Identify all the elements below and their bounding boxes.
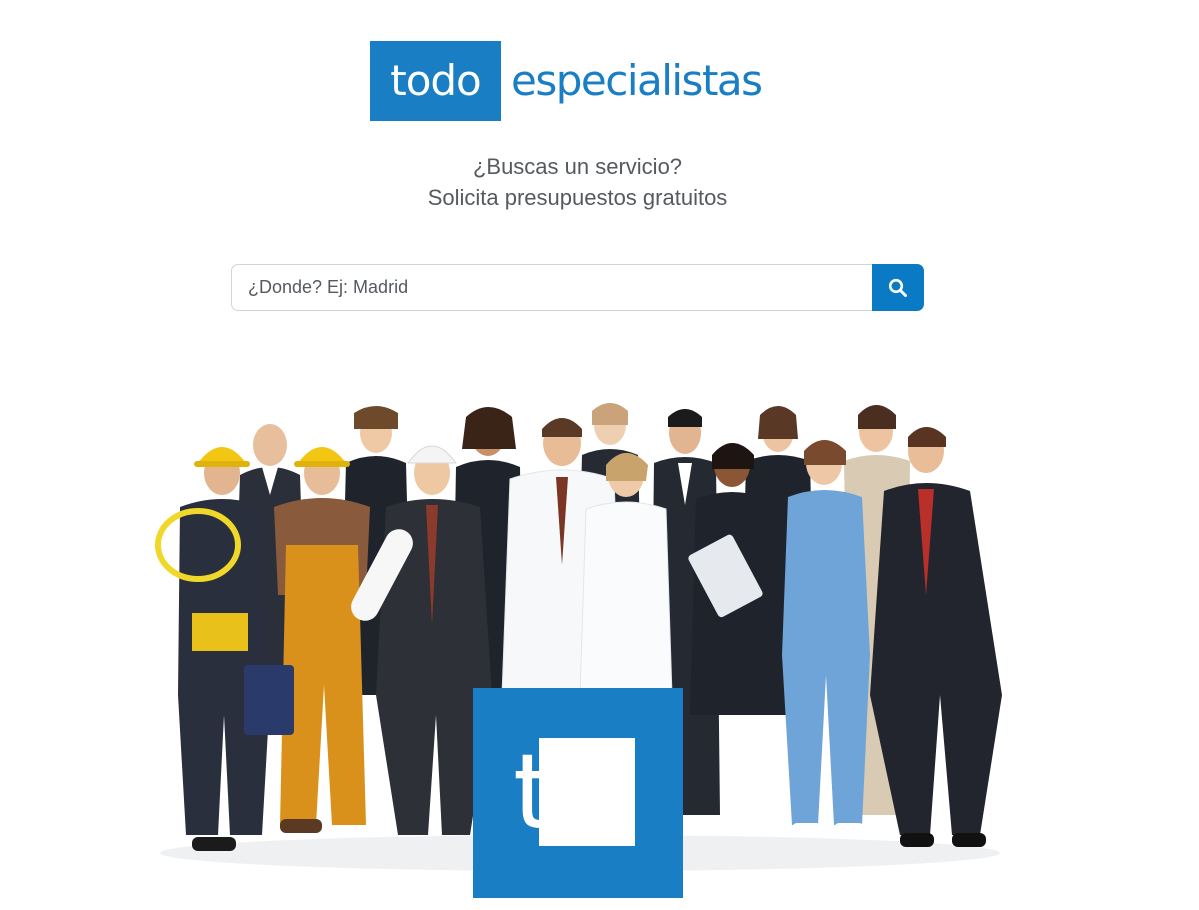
search-icon bbox=[888, 278, 907, 297]
tagline-subtitle: Solicita presupuestos gratuitos bbox=[427, 185, 728, 210]
person-businessman-right bbox=[870, 427, 1002, 847]
person-worker-yellow-helmet bbox=[155, 447, 270, 851]
tagline-question: ¿Buscas un servicio? bbox=[472, 154, 683, 179]
te-brand-mark: te bbox=[473, 688, 683, 898]
landing-page: todo especialistas ¿Buscas un servicio? … bbox=[0, 0, 1199, 910]
location-search-input[interactable] bbox=[231, 264, 872, 311]
search-button[interactable] bbox=[872, 264, 924, 311]
te-logo-text: te bbox=[513, 731, 618, 853]
logo-todo-box: todo bbox=[370, 41, 501, 121]
site-logo[interactable]: todo especialistas bbox=[370, 41, 763, 121]
logo-especialistas-text: especialistas bbox=[511, 56, 763, 105]
te-logo-icon: te bbox=[513, 731, 635, 853]
person-nurse bbox=[782, 440, 870, 835]
location-search-form bbox=[231, 264, 924, 311]
